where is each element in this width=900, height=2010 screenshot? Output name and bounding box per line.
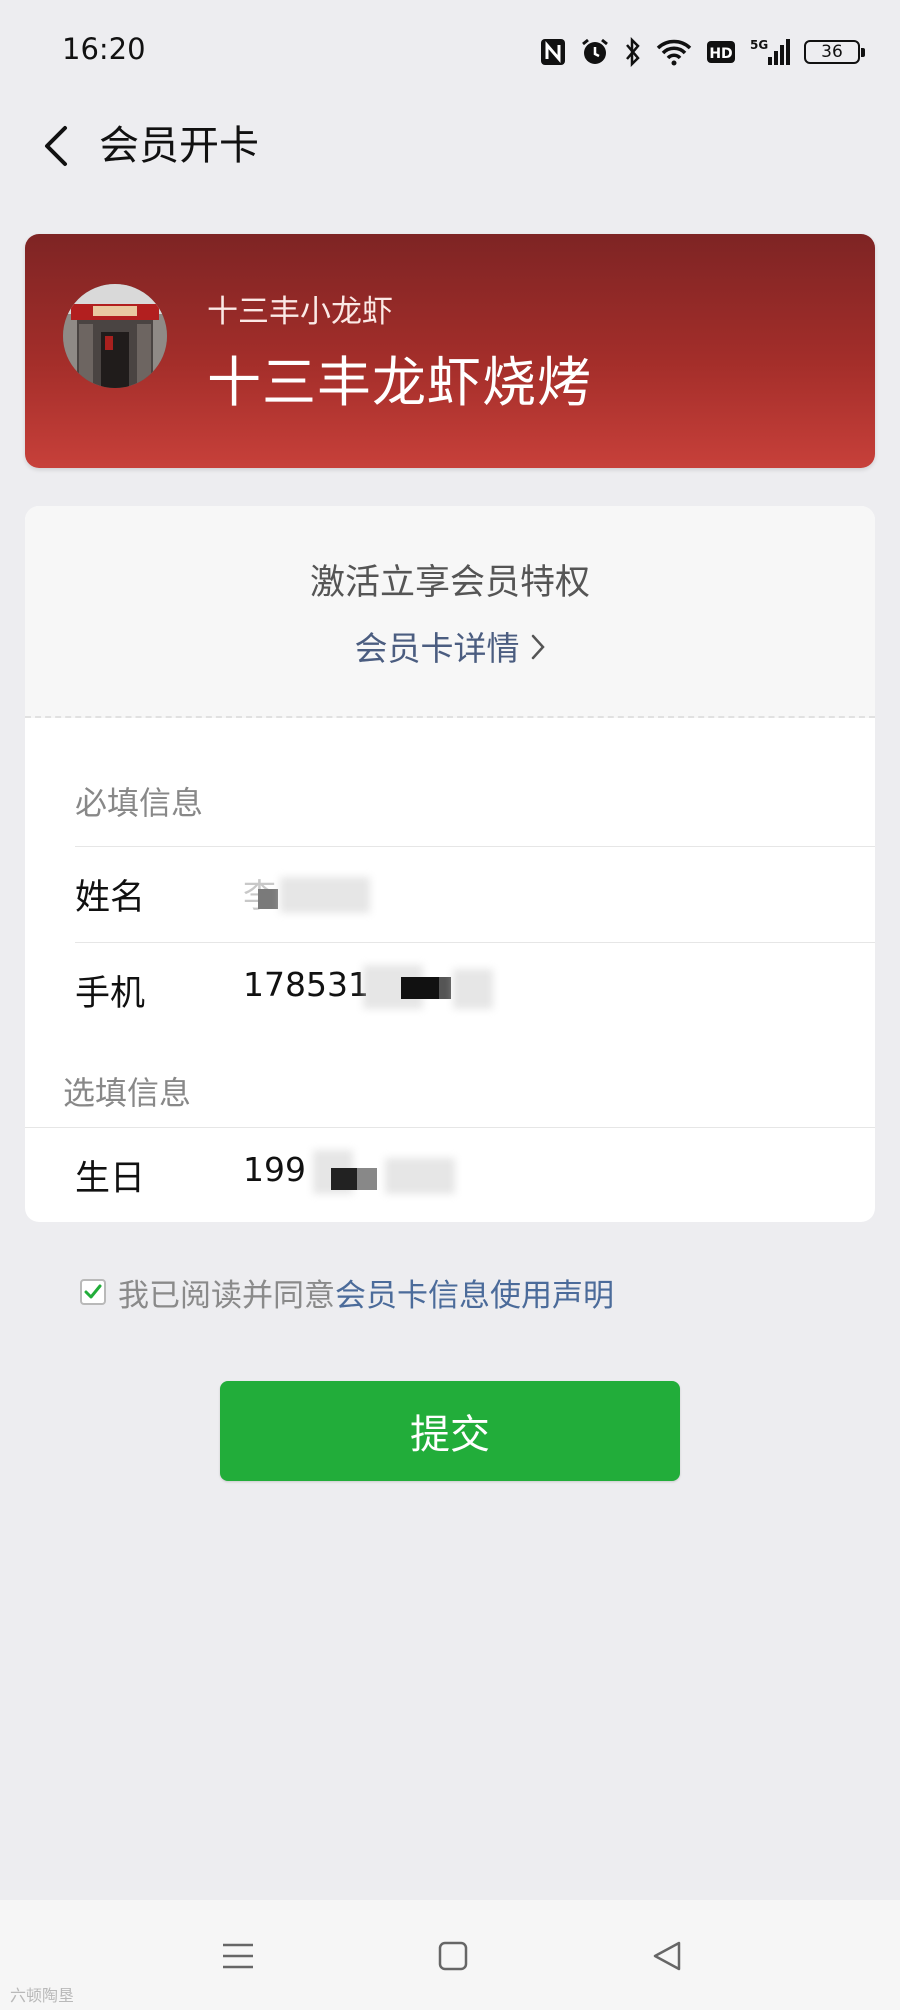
menu-button[interactable] (213, 1934, 263, 1978)
store-card: 十三丰小龙虾 十三丰龙虾烧烤 (25, 234, 875, 468)
member-card-details-link[interactable]: 会员卡详情 (25, 622, 875, 670)
5g-signal-icon: 5G (750, 36, 790, 68)
membership-form-card: 激活立享会员特权 会员卡详情 必填信息 姓名 李 手机 178531 选填信息 … (25, 506, 875, 1222)
hd-icon: HD (706, 36, 736, 68)
home-button[interactable] (428, 1934, 478, 1978)
svg-text:5G: 5G (750, 38, 768, 52)
submit-button[interactable]: 提交 (220, 1381, 680, 1481)
home-square-icon (438, 1941, 468, 1971)
bluetooth-icon (624, 36, 642, 68)
battery-level: 36 (821, 42, 843, 62)
phone-input[interactable]: 178531 (243, 965, 369, 1004)
privacy-blur (280, 877, 370, 913)
phone-row: 手机 178531 (25, 943, 875, 1037)
nfc-icon (540, 36, 566, 68)
store-name: 十三丰龙虾烧烤 (207, 351, 592, 414)
chevron-left-icon (45, 126, 67, 166)
agreement-link[interactable]: 会员卡信息使用声明 (335, 1270, 614, 1315)
privacy-mask (439, 977, 451, 999)
agreement-checkbox[interactable] (80, 1279, 106, 1305)
privacy-mask (357, 1168, 377, 1190)
battery-indicator: 36 (804, 40, 865, 64)
back-nav-button[interactable] (642, 1934, 692, 1978)
privacy-mask (331, 1168, 357, 1190)
privacy-mask (258, 889, 278, 909)
agreement-text: 我已阅读并同意 (118, 1277, 335, 1314)
menu-icon (223, 1943, 253, 1969)
back-triangle-icon (653, 1941, 681, 1971)
store-logo (63, 284, 167, 388)
status-bar: 16:20 HD 5G 36 (0, 0, 900, 100)
birthday-label: 生日 (75, 1159, 146, 1199)
optional-info-label: 选填信息 (63, 1074, 192, 1112)
watermark: 六顿陶垦 (10, 1986, 75, 2005)
required-info-label: 必填信息 (75, 784, 204, 822)
checkmark-icon (84, 1284, 102, 1299)
store-subtitle: 十三丰小龙虾 (207, 294, 393, 330)
birthday-row: 生日 199 (25, 1128, 875, 1222)
wifi-icon (656, 36, 692, 68)
name-row: 姓名 李 (25, 847, 875, 941)
status-icons: HD 5G 36 (540, 32, 865, 72)
status-time: 16:20 (62, 32, 146, 66)
details-link-label: 会员卡详情 (354, 629, 520, 668)
card-head: 激活立享会员特权 会员卡详情 (25, 506, 875, 718)
chevron-right-icon (530, 631, 546, 670)
title-bar: 会员开卡 (0, 100, 900, 190)
agreement-row: 我已阅读并同意 会员卡信息使用声明 (80, 1270, 614, 1314)
system-navigation-bar (0, 1900, 900, 2010)
privacy-blur (385, 1158, 455, 1194)
back-button[interactable] (28, 118, 84, 174)
privacy-mask (401, 977, 439, 999)
privacy-blur (453, 969, 493, 1009)
birthday-input[interactable]: 199 (243, 1150, 306, 1189)
name-label: 姓名 (75, 878, 146, 918)
svg-text:HD: HD (709, 46, 732, 62)
page-title: 会员开卡 (99, 123, 259, 169)
alarm-icon (580, 36, 610, 68)
privilege-text: 激活立享会员特权 (309, 563, 590, 603)
phone-label: 手机 (75, 974, 146, 1014)
